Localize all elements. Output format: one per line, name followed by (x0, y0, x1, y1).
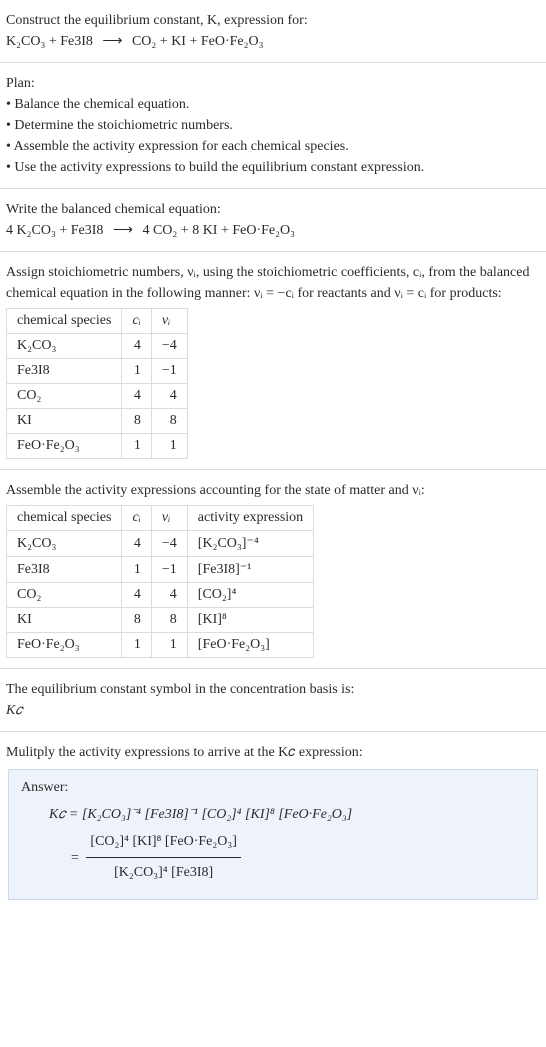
table-row: Fe3I8 1 −1 (7, 359, 188, 384)
table-row: Fe3I8 1 −1 [Fe3I8]⁻¹ (7, 557, 314, 583)
cell-species: CO₂ (7, 384, 122, 409)
arrow-icon: ⟶ (102, 31, 122, 52)
cell-activity: [Fe3I8]⁻¹ (187, 557, 313, 583)
col-v: νᵢ (151, 309, 187, 334)
table-header-row: chemical species cᵢ νᵢ activity expressi… (7, 506, 314, 531)
balanced-equation: 4 K₂CO₃ + Fe3I8 ⟶ 4 CO₂ + 8 KI + FeO·Fe₂… (6, 220, 540, 241)
cell-c: 1 (122, 359, 151, 384)
table-row: K₂CO₃ 4 −4 (7, 334, 188, 359)
section-balanced: Write the balanced chemical equation: 4 … (0, 189, 546, 252)
table-row: FeO·Fe₂O₃ 1 1 (7, 434, 188, 459)
cell-v: 1 (151, 633, 187, 658)
cell-c: 8 (122, 409, 151, 434)
plan-bullet: • Use the activity expressions to build … (6, 157, 540, 178)
plan-bullet: • Assemble the activity expression for e… (6, 136, 540, 157)
eq-rhs: CO₂ + KI + FeO·Fe₂O₃ (132, 34, 264, 49)
cell-v: −4 (151, 334, 187, 359)
stoich-table: chemical species cᵢ νᵢ K₂CO₃ 4 −4 Fe3I8 … (6, 308, 188, 459)
cell-v: 4 (151, 583, 187, 608)
table-row: KI 8 8 (7, 409, 188, 434)
col-c: cᵢ (122, 506, 151, 531)
section-intro: Construct the equilibrium constant, K, e… (0, 0, 546, 63)
cell-activity: [K₂CO₃]⁻⁴ (187, 531, 313, 557)
cell-v: 4 (151, 384, 187, 409)
table-row: KI 8 8 [KI]⁸ (7, 608, 314, 633)
cell-c: 1 (122, 557, 151, 583)
symbol-kc: K𝑐 (6, 700, 540, 721)
eq-rhs: 4 CO₂ + 8 KI + FeO·Fe₂O₃ (142, 223, 295, 238)
cell-v: 8 (151, 608, 187, 633)
cell-species: KI (7, 409, 122, 434)
cell-c: 4 (122, 334, 151, 359)
stoich-text: Assign stoichiometric numbers, νᵢ, using… (6, 262, 540, 304)
cell-species: K₂CO₃ (7, 531, 122, 557)
col-species: chemical species (7, 506, 122, 531)
activity-title: Assemble the activity expressions accoun… (6, 480, 540, 501)
col-species: chemical species (7, 309, 122, 334)
table-row: K₂CO₃ 4 −4 [K₂CO₃]⁻⁴ (7, 531, 314, 557)
intro-text: Construct the equilibrium constant, K, e… (6, 10, 540, 31)
answer-line2: = [CO₂]⁴ [KI]⁸ [FeO·Fe₂O₃] [K₂CO₃]⁴ [Fe3… (71, 829, 525, 887)
answer-box: Answer: K𝑐 = [K₂CO₃]⁻⁴ [Fe3I8]⁻¹ [CO₂]⁴ … (8, 769, 538, 900)
cell-species: Fe3I8 (7, 557, 122, 583)
section-stoich: Assign stoichiometric numbers, νᵢ, using… (0, 252, 546, 470)
section-plan: Plan: • Balance the chemical equation. •… (0, 63, 546, 189)
arrow-icon: ⟶ (113, 220, 133, 241)
section-multiply: Mulitply the activity expressions to arr… (0, 732, 546, 920)
cell-species: KI (7, 608, 122, 633)
cell-species: CO₂ (7, 583, 122, 608)
cell-c: 4 (122, 384, 151, 409)
cell-v: −1 (151, 557, 187, 583)
eq-lhs: 4 K₂CO₃ + Fe3I8 (6, 223, 103, 238)
cell-species: FeO·Fe₂O₃ (7, 434, 122, 459)
cell-v: −4 (151, 531, 187, 557)
table-header-row: chemical species cᵢ νᵢ (7, 309, 188, 334)
cell-activity: [FeO·Fe₂O₃] (187, 633, 313, 658)
cell-c: 4 (122, 531, 151, 557)
fraction-numerator: [CO₂]⁴ [KI]⁸ [FeO·Fe₂O₃] (86, 829, 240, 859)
answer-fraction: [CO₂]⁴ [KI]⁸ [FeO·Fe₂O₃] [K₂CO₃]⁴ [Fe3I8… (86, 829, 240, 887)
cell-species: K₂CO₃ (7, 334, 122, 359)
answer-title: Answer: (21, 780, 525, 796)
cell-species: Fe3I8 (7, 359, 122, 384)
col-c: cᵢ (122, 309, 151, 334)
table-row: CO₂ 4 4 (7, 384, 188, 409)
col-activity: activity expression (187, 506, 313, 531)
multiply-title: Mulitply the activity expressions to arr… (6, 742, 540, 763)
answer-expr1: K𝑐 = [K₂CO₃]⁻⁴ [Fe3I8]⁻¹ [CO₂]⁴ [KI]⁸ [F… (49, 807, 352, 822)
answer-line1: K𝑐 = [K₂CO₃]⁻⁴ [Fe3I8]⁻¹ [CO₂]⁴ [KI]⁸ [F… (49, 802, 525, 829)
cell-c: 4 (122, 583, 151, 608)
answer-eq: = (71, 850, 82, 865)
cell-v: 1 (151, 434, 187, 459)
fraction-denominator: [K₂CO₃]⁴ [Fe3I8] (86, 858, 240, 887)
table-row: CO₂ 4 4 [CO₂]⁴ (7, 583, 314, 608)
cell-v: 8 (151, 409, 187, 434)
section-symbol: The equilibrium constant symbol in the c… (0, 669, 546, 732)
eq-lhs: K₂CO₃ + Fe3I8 (6, 34, 93, 49)
cell-activity: [KI]⁸ (187, 608, 313, 633)
plan-title: Plan: (6, 73, 540, 94)
cell-c: 1 (122, 633, 151, 658)
cell-activity: [CO₂]⁴ (187, 583, 313, 608)
cell-v: −1 (151, 359, 187, 384)
plan-bullet: • Determine the stoichiometric numbers. (6, 115, 540, 136)
section-activity: Assemble the activity expressions accoun… (0, 470, 546, 669)
activity-table: chemical species cᵢ νᵢ activity expressi… (6, 505, 314, 658)
unbalanced-equation: K₂CO₃ + Fe3I8 ⟶ CO₂ + KI + FeO·Fe₂O₃ (6, 31, 540, 52)
symbol-text: The equilibrium constant symbol in the c… (6, 679, 540, 700)
cell-species: FeO·Fe₂O₃ (7, 633, 122, 658)
table-row: FeO·Fe₂O₃ 1 1 [FeO·Fe₂O₃] (7, 633, 314, 658)
plan-bullet: • Balance the chemical equation. (6, 94, 540, 115)
cell-c: 1 (122, 434, 151, 459)
cell-c: 8 (122, 608, 151, 633)
col-v: νᵢ (151, 506, 187, 531)
balanced-title: Write the balanced chemical equation: (6, 199, 540, 220)
intro-line: Construct the equilibrium constant, K, e… (6, 13, 308, 28)
